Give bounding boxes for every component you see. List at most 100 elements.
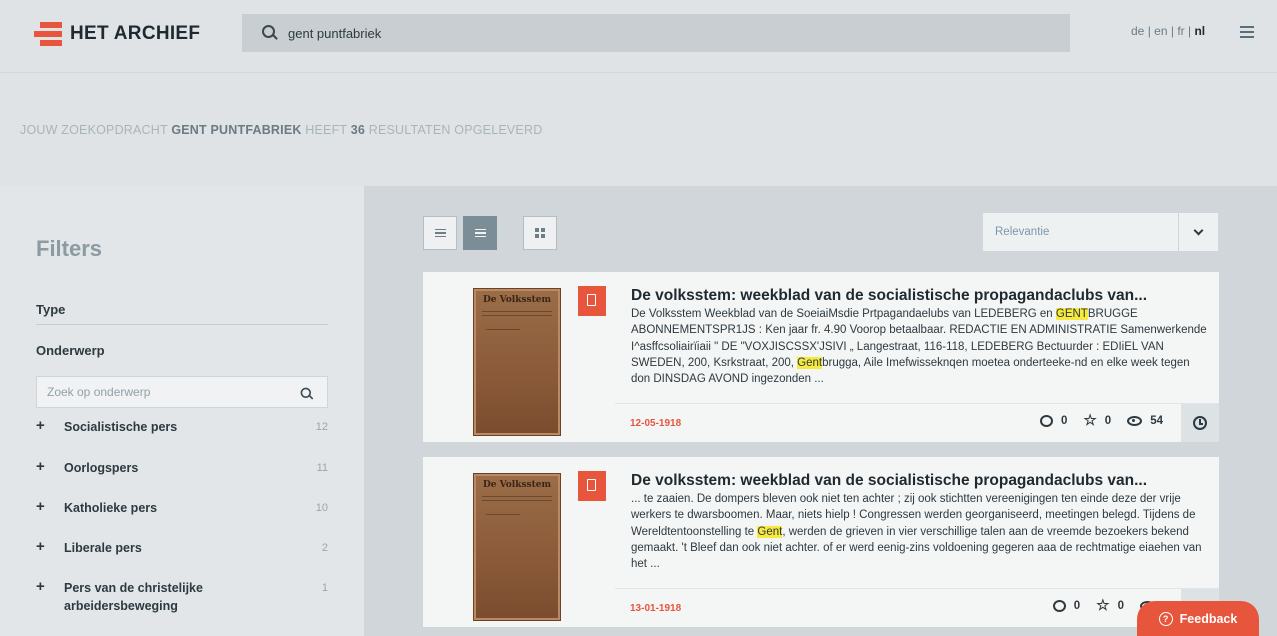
result-card[interactable]: De Volksstem De volksstem: weekblad van … (423, 457, 1219, 627)
facet-label: Katholieke pers (64, 501, 158, 515)
result-title[interactable]: De volksstem: weekblad van de socialisti… (631, 287, 1191, 305)
thumbnail-masthead: De Volksstem (482, 295, 552, 305)
comments-stat[interactable]: 0 (1039, 415, 1068, 427)
facet-count: 11 (316, 462, 328, 474)
document-type-icon (578, 471, 606, 501)
facet-item-katholieke-pers[interactable]: + Katholieke pers 10 (36, 499, 328, 539)
query-summary: JOUW ZOEKOPDRACHT GENT PUNTFABRIEK HEEFT… (20, 123, 542, 137)
subject-search-input[interactable] (37, 377, 277, 407)
facet-count: 1 (321, 582, 328, 594)
plus-icon[interactable]: + (36, 499, 64, 515)
facet-label: Pers van de christelijke arbeidersbewegi… (64, 581, 203, 613)
feedback-button[interactable]: ? Feedback (1137, 601, 1259, 636)
plus-icon[interactable]: + (36, 539, 64, 555)
sort-value: Relevantie (995, 226, 1050, 238)
lang-fr[interactable]: fr (1177, 24, 1184, 38)
comments-count: 0 (1060, 415, 1068, 427)
lang-de[interactable]: de (1131, 24, 1144, 38)
query-summary-band: JOUW ZOEKOPDRACHT GENT PUNTFABRIEK HEEFT… (0, 72, 1277, 186)
snippet-text: De Volksstem Weekblad van de SoeiaiMsdie… (631, 308, 1056, 320)
feedback-label: Feedback (1179, 611, 1238, 626)
views-stat: 54 (1127, 415, 1163, 427)
star-icon: ☆ (1096, 597, 1110, 614)
favorites-count: 0 (1117, 600, 1124, 612)
facet-label: Liberale pers (64, 541, 142, 555)
filters-title: Filters (36, 236, 103, 261)
views-count: 54 (1150, 415, 1163, 427)
filters-sidebar: Filters Type Onderwerp + Socialistische … (0, 186, 364, 636)
subject-facet-list: + Socialistische pers 12 + Oorlogspers 1… (36, 418, 328, 619)
result-date: 13-01-1918 (630, 603, 682, 614)
clock-icon (1193, 416, 1207, 430)
result-footer: 12-05-1918 0 ☆ 0 54 (615, 403, 1219, 442)
eye-icon (1127, 416, 1143, 426)
comments-stat[interactable]: 0 (1052, 600, 1081, 612)
facet-label: Socialistische pers (64, 420, 178, 434)
logo-text: HET ARCHIEF (70, 23, 201, 44)
facet-type-toggle[interactable]: Type (36, 302, 65, 317)
lang-nl[interactable]: nl (1194, 24, 1205, 38)
query-prefix: JOUW ZOEKOPDRACHT (20, 123, 168, 137)
divider (36, 324, 328, 325)
facet-count: 10 (315, 502, 328, 514)
comment-icon (1052, 600, 1066, 612)
result-count: 36 (350, 123, 366, 137)
query-suffix: RESULTATEN OPGELEVERD (368, 123, 543, 137)
search-input[interactable]: gent puntfabriek (242, 14, 1070, 52)
newspaper-thumbnail[interactable]: De Volksstem (473, 288, 561, 436)
facet-item-socialistische-pers[interactable]: + Socialistische pers 12 (36, 418, 328, 459)
results-area: Relevantie De Volksstem De volksstem: we… (364, 186, 1277, 636)
view-list-button[interactable] (423, 216, 457, 250)
facet-item-christelijke-arbeidersbeweging[interactable]: + Pers van de christelijke arbeidersbewe… (36, 579, 328, 619)
thumbnail-masthead: De Volksstem (482, 480, 552, 490)
detail-view-icon (474, 227, 486, 240)
top-header: HET ARCHIEF gent puntfabriek de | en | f… (0, 0, 1277, 72)
list-view-icon (434, 227, 446, 240)
help-icon: ? (1158, 611, 1173, 626)
favorites-count: 0 (1104, 415, 1112, 427)
snippet-highlight: Gent (757, 525, 783, 538)
document-type-icon (578, 286, 606, 316)
plus-icon[interactable]: + (36, 579, 64, 595)
comments-count: 0 (1073, 600, 1081, 612)
grid-view-icon (535, 228, 545, 238)
history-button[interactable] (1181, 404, 1219, 442)
result-date: 12-05-1918 (630, 418, 682, 429)
result-snippet: ... te zaaien. De dompers bleven ook nie… (631, 491, 1211, 572)
comment-icon (1039, 415, 1053, 427)
logo[interactable]: HET ARCHIEF (34, 20, 200, 48)
favorites-stat[interactable]: ☆ 0 (1083, 412, 1112, 429)
search-icon[interactable] (300, 387, 314, 401)
view-detail-button[interactable] (463, 216, 497, 250)
result-snippet: De Volksstem Weekblad van de SoeiaiMsdie… (631, 306, 1211, 387)
result-card[interactable]: De Volksstem De volksstem: weekblad van … (423, 272, 1219, 442)
result-title[interactable]: De volksstem: weekblad van de socialisti… (631, 472, 1191, 490)
plus-icon[interactable]: + (36, 418, 64, 434)
chevron-down-icon[interactable] (1178, 213, 1218, 251)
snippet-highlight: Gent (797, 356, 823, 369)
result-stats: 0 ☆ 0 54 (1024, 412, 1163, 429)
plus-icon[interactable]: + (36, 459, 64, 475)
facet-label: Oorlogspers (64, 461, 139, 475)
sort-select[interactable]: Relevantie (983, 213, 1218, 251)
language-switcher: de | en | fr | nl (1131, 24, 1206, 38)
logo-mark-icon (34, 20, 62, 48)
search-value[interactable]: gent puntfabriek (288, 26, 381, 41)
favorites-stat[interactable]: ☆ 0 (1096, 597, 1124, 614)
result-footer: 13-01-1918 0 ☆ 0 (615, 588, 1219, 627)
facet-item-oorlogspers[interactable]: + Oorlogspers 11 (36, 459, 328, 499)
query-middle: HEEFT (305, 123, 348, 137)
search-icon (262, 25, 278, 41)
hamburger-menu-icon[interactable] (1240, 26, 1254, 38)
star-icon: ☆ (1083, 412, 1097, 429)
facet-count: 2 (321, 542, 328, 554)
newspaper-thumbnail[interactable]: De Volksstem (473, 473, 561, 621)
view-grid-button[interactable] (523, 216, 557, 250)
facet-count: 12 (315, 421, 328, 433)
lang-en[interactable]: en (1154, 24, 1167, 38)
query-term: GENT PUNTFABRIEK (171, 123, 302, 137)
facet-item-liberale-pers[interactable]: + Liberale pers 2 (36, 539, 328, 579)
subject-search-field[interactable] (36, 376, 328, 408)
snippet-highlight: GENT (1055, 308, 1088, 320)
facet-subject-label[interactable]: Onderwerp (36, 343, 105, 358)
